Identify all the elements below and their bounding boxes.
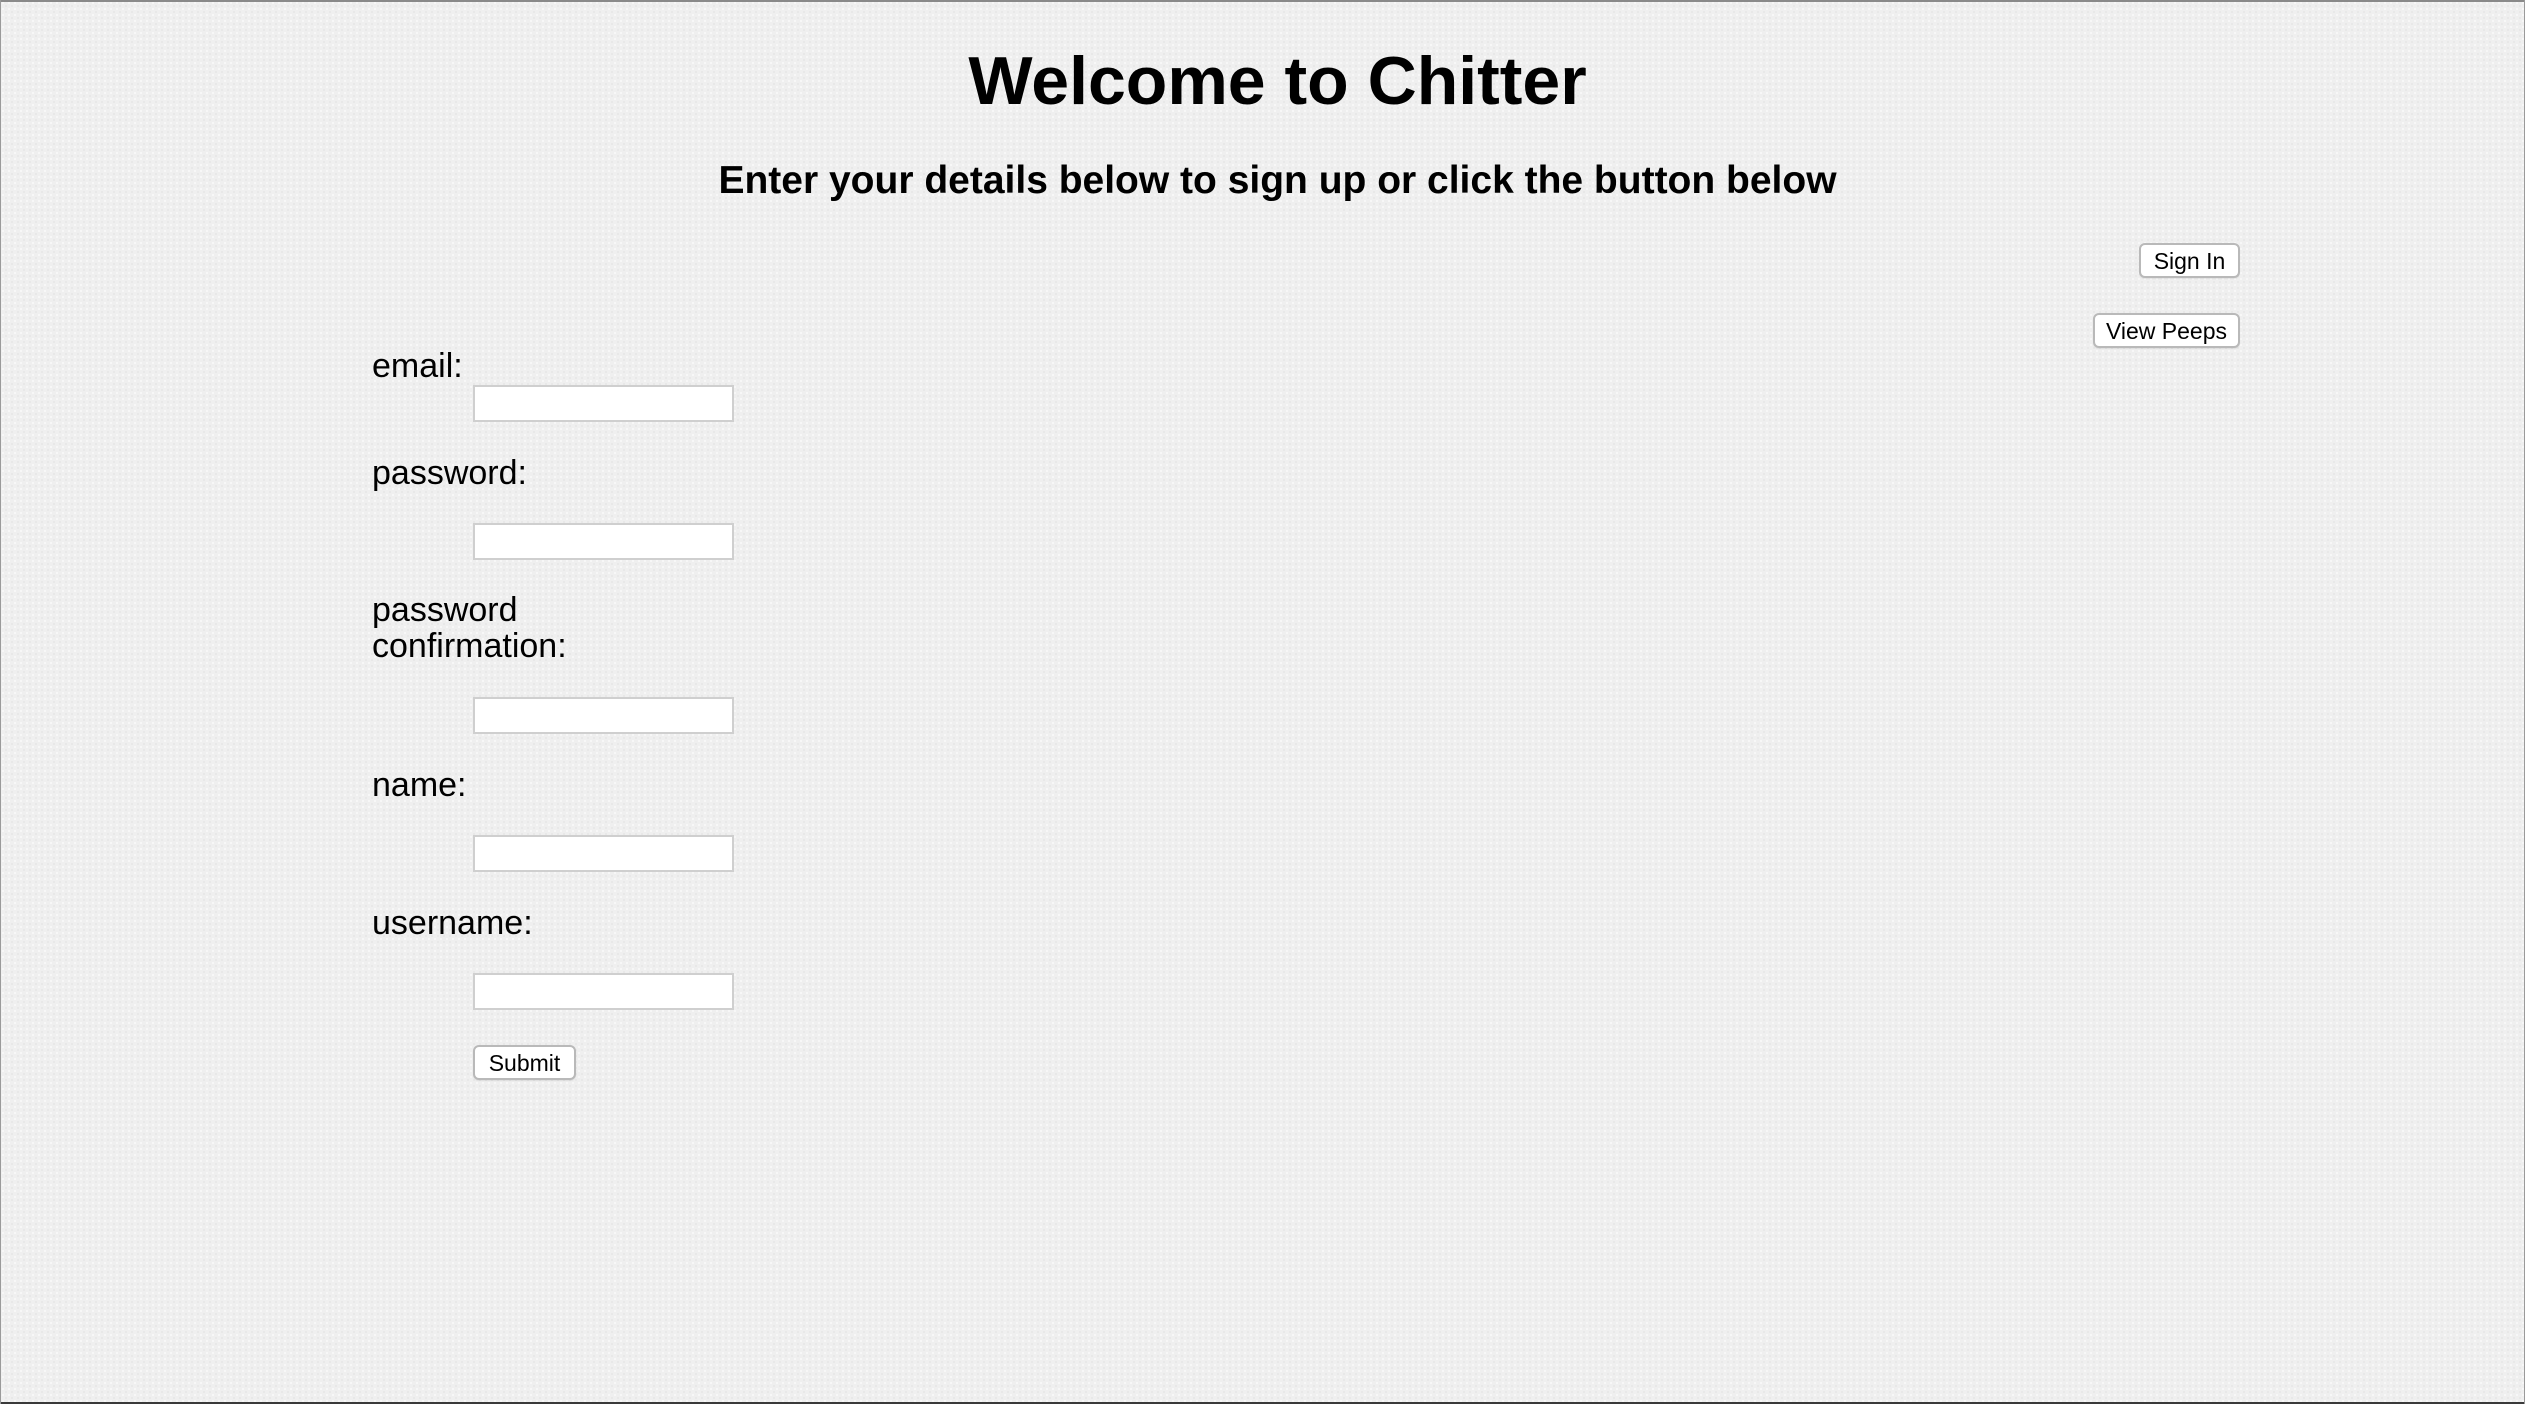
email-field[interactable] bbox=[473, 385, 734, 422]
name-field[interactable] bbox=[473, 835, 734, 872]
email-label: email: bbox=[372, 347, 463, 385]
sign-in-button[interactable]: Sign In bbox=[2139, 243, 2240, 278]
name-label: name: bbox=[372, 766, 467, 804]
page-subtitle: Enter your details below to sign up or c… bbox=[718, 159, 1837, 202]
password-confirmation-label: password confirmation: bbox=[372, 591, 567, 665]
password-label: password: bbox=[372, 454, 527, 492]
window-left-border bbox=[0, 0, 1, 1404]
password-confirmation-field[interactable] bbox=[473, 697, 734, 734]
username-label: username: bbox=[372, 904, 533, 942]
submit-button[interactable]: Submit bbox=[473, 1045, 576, 1080]
page-title: Welcome to Chitter bbox=[968, 43, 1587, 119]
password-field[interactable] bbox=[473, 523, 734, 560]
username-field[interactable] bbox=[473, 973, 734, 1010]
window-top-border bbox=[0, 0, 2525, 2]
view-peeps-button[interactable]: View Peeps bbox=[2093, 313, 2240, 348]
